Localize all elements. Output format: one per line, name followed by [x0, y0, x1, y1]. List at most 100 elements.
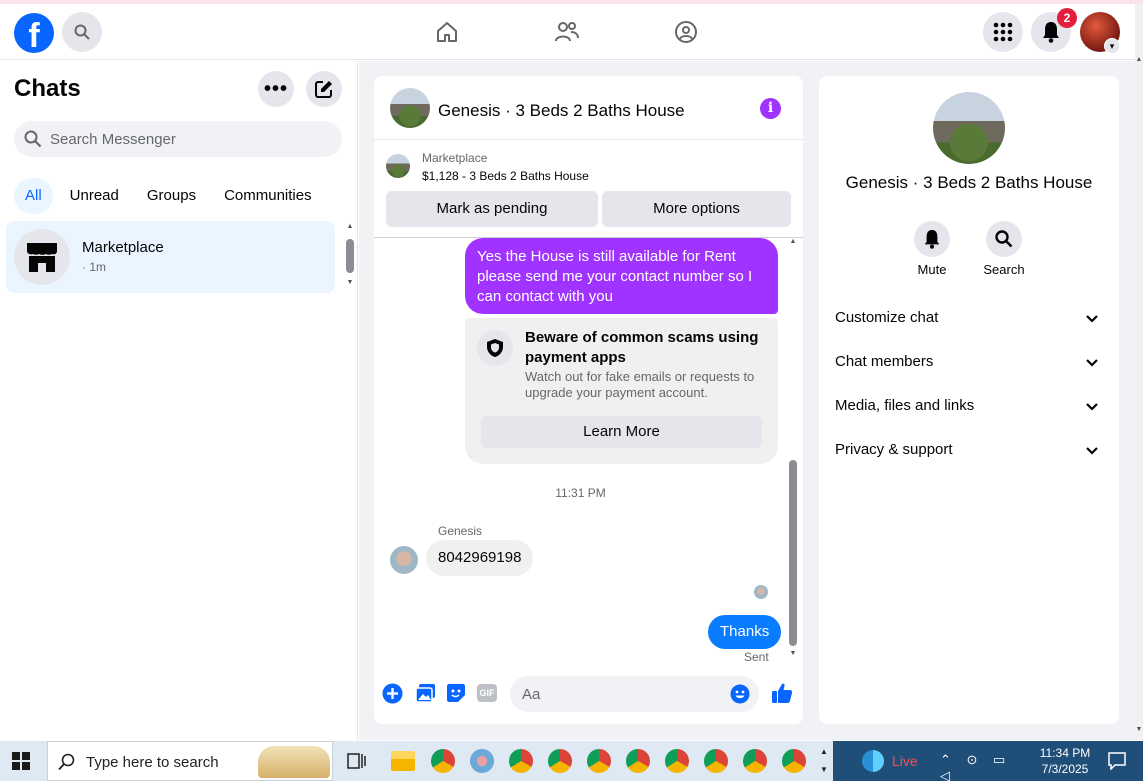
mute-label: Mute [917, 262, 947, 277]
chrome-taskbar-button[interactable] [782, 749, 806, 773]
plus-circle-icon [382, 683, 402, 703]
filter-all[interactable]: All [14, 178, 53, 214]
windows-start-button[interactable] [12, 752, 30, 770]
friends-nav-button[interactable] [553, 18, 581, 46]
attach-image-button[interactable] [414, 682, 436, 704]
chrome-taskbar-button[interactable] [587, 749, 611, 773]
scroll-down-icon[interactable]: ▼ [1135, 726, 1143, 733]
search-icon [24, 130, 42, 148]
notification-center-button[interactable] [1108, 752, 1126, 771]
scroll-up-icon[interactable]: ▲ [344, 223, 356, 230]
chats-sidebar: Chats ••• Search Messenger All Unread Gr… [0, 61, 358, 740]
chrome-taskbar-button[interactable] [548, 749, 572, 773]
clock-time: 11:34 PM [1039, 746, 1091, 760]
section-customize-chat[interactable]: Customize chat [835, 300, 1103, 336]
file-explorer-button[interactable] [391, 751, 415, 771]
section-media-files-links[interactable]: Media, files and links [835, 388, 1103, 424]
section-privacy-support[interactable]: Privacy & support [835, 432, 1103, 468]
chat-list-item[interactable]: Marketplace · 1m [6, 221, 335, 293]
taskbar-search-input[interactable]: Type here to search [47, 741, 333, 781]
app-taskbar-button[interactable] [470, 749, 494, 773]
chats-title: Chats [14, 75, 81, 102]
scroll-up-icon[interactable]: ▲ [1135, 56, 1143, 63]
plus-button[interactable] [381, 682, 403, 704]
search-input[interactable]: Search Messenger [14, 121, 342, 157]
info-title: Genesis · 3 Beds 2 Baths House [845, 173, 1093, 192]
chevron-down-icon [1085, 432, 1099, 468]
scam-warning-body: Watch out for fake emails or requests to… [525, 369, 755, 400]
groups-nav-button[interactable] [672, 18, 700, 46]
scrollbar-thumb[interactable] [346, 239, 354, 273]
chevron-down-icon [1085, 300, 1099, 336]
windows-logo-icon [12, 752, 30, 770]
scrollbar-thumb[interactable] [789, 460, 797, 646]
chrome-taskbar-button[interactable] [626, 749, 650, 773]
filter-groups[interactable]: Groups [136, 178, 207, 214]
chat-options-button[interactable]: ••• [258, 71, 294, 107]
shield-icon [477, 330, 513, 366]
menu-button[interactable] [983, 12, 1023, 52]
new-message-button[interactable] [306, 71, 342, 107]
search-in-chat-button[interactable] [986, 221, 1022, 257]
sender-avatar[interactable] [390, 546, 418, 574]
filter-unread[interactable]: Unread [59, 178, 130, 214]
chrome-taskbar-button[interactable] [509, 749, 533, 773]
listing-price-title[interactable]: $1,128 - 3 Beds 2 Baths House [422, 169, 589, 183]
notification-badge: 2 [1057, 8, 1077, 28]
home-nav-button[interactable] [433, 18, 461, 46]
learn-more-button[interactable]: Learn More [481, 416, 762, 448]
like-button[interactable] [770, 681, 794, 705]
conversation-title[interactable]: Genesis · 3 Beds 2 Baths House [438, 101, 685, 121]
taskbar-overflow-arrows[interactable]: ▲ ▼ [818, 743, 830, 779]
info-icon[interactable]: i [760, 98, 781, 119]
sticker-button[interactable] [445, 682, 467, 704]
bell-icon [1043, 22, 1059, 43]
section-label: Chat members [835, 353, 934, 370]
mark-as-pending-button[interactable]: Mark as pending [386, 191, 598, 227]
mute-button[interactable] [914, 221, 950, 257]
emoji-icon[interactable] [730, 684, 750, 704]
message-input[interactable]: Aa [510, 676, 759, 712]
search-icon [58, 753, 75, 771]
filter-communities[interactable]: Communities [213, 178, 323, 214]
section-label: Privacy & support [835, 441, 953, 458]
incoming-message[interactable]: 8042969198 [426, 540, 534, 576]
message-list: Yes the House is still available for Ren… [374, 238, 803, 668]
chrome-taskbar-button[interactable] [665, 749, 689, 773]
message-scrollbar[interactable]: ▲ ▼ [787, 238, 799, 668]
search-button[interactable] [62, 12, 102, 52]
scroll-down-icon[interactable]: ▼ [787, 650, 799, 657]
outgoing-message[interactable]: Thanks [708, 615, 782, 649]
chevron-down-icon[interactable]: ▾ [1104, 38, 1120, 54]
facebook-logo[interactable]: f [14, 13, 54, 53]
chrome-taskbar-button[interactable] [743, 749, 767, 773]
more-options-button[interactable]: More options [602, 191, 791, 227]
seen-indicator-avatar [754, 585, 768, 599]
task-view-button[interactable] [347, 752, 367, 770]
chat-filter-tabs: All Unread Groups Communities [14, 178, 323, 214]
window-scrollbar[interactable]: ▲ ▼ [1135, 4, 1143, 740]
listing-avatar[interactable] [390, 88, 430, 128]
taskbar-clock[interactable]: 11:34 PM 7/3/2025 [1036, 745, 1094, 777]
search-placeholder: Search Messenger [50, 131, 176, 148]
outgoing-message[interactable]: Yes the House is still available for Ren… [465, 238, 778, 314]
chat-bubble-icon [1108, 752, 1126, 771]
bell-icon [924, 230, 940, 249]
chat-list-scrollbar[interactable]: ▲ ▼ [344, 223, 356, 289]
live-score-label[interactable]: Live [892, 753, 918, 769]
scam-warning-title: Beware of common scams using payment app… [525, 329, 759, 366]
scroll-up-icon[interactable]: ▲ [787, 238, 799, 245]
cricket-widget-icon[interactable] [862, 750, 884, 772]
listing-thumbnail[interactable] [386, 154, 410, 178]
listing-large-avatar[interactable] [933, 92, 1005, 164]
tray-icons[interactable]: ⌃ ⊙ ▭ ◁ [940, 752, 1030, 781]
gif-button[interactable]: GIF [476, 682, 498, 704]
section-label: Customize chat [835, 309, 939, 326]
scroll-down-icon[interactable]: ▼ [344, 279, 356, 286]
windows-taskbar: Type here to search ▲ ▼ Live ⌃ ⊙ ▭ ◁ 11:3… [0, 741, 1143, 781]
message-placeholder: Aa [522, 686, 541, 703]
chrome-taskbar-button[interactable] [704, 749, 728, 773]
chrome-taskbar-button[interactable] [431, 749, 455, 773]
sticker-icon [447, 684, 465, 702]
section-chat-members[interactable]: Chat members [835, 344, 1103, 380]
